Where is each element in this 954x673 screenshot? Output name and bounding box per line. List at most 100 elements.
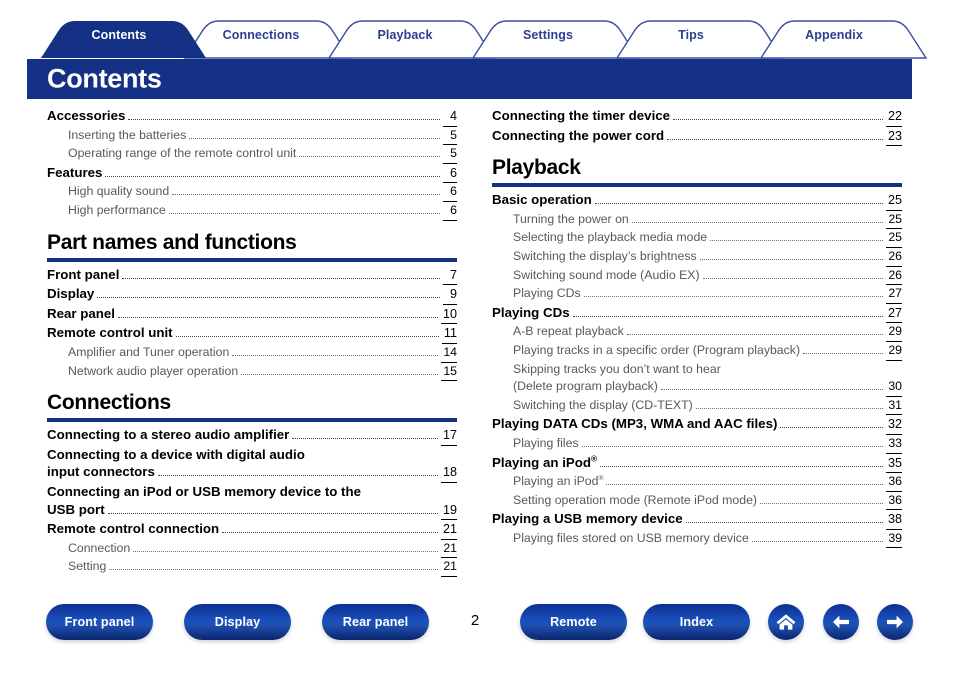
toc-entry-features[interactable]: Features 6 xyxy=(47,164,457,184)
toc-leader-dots xyxy=(780,427,883,429)
remote-button[interactable]: Remote xyxy=(520,604,627,640)
toc-page-number: 7 xyxy=(443,267,457,286)
toc-entry-setting[interactable]: Setting 21 xyxy=(47,558,457,577)
toc-entry-delete-program-playback[interactable]: (Delete program playback) 30 xyxy=(492,378,902,397)
toc-entry-connecting-to-a-device-with-digital-audio[interactable]: Connecting to a device with digital audi… xyxy=(47,446,457,464)
toc-entry-label: (Delete program playback) xyxy=(513,379,658,394)
toc-entry-connecting-the-timer-device[interactable]: Connecting the timer device 22 xyxy=(492,107,902,127)
toc-page-number: 25 xyxy=(886,229,902,248)
toc-entry-label: Display xyxy=(47,286,95,302)
toc-entry-label: A-B repeat playback xyxy=(513,324,624,339)
rear-panel-button[interactable]: Rear panel xyxy=(322,604,429,640)
toc-entry-label: Connecting to a stereo audio amplifier xyxy=(47,427,290,443)
toc-leader-dots xyxy=(133,550,439,552)
toc-leader-dots xyxy=(685,522,883,524)
toc-leader-dots xyxy=(189,137,440,139)
toc-page-number: 21 xyxy=(441,558,457,577)
toc-entry-skipping-tracks-you-don-t-want-to-hear[interactable]: Skipping tracks you don’t want to hear xyxy=(492,361,902,379)
toc-entry-switching-sound-mode-audio-ex[interactable]: Switching sound mode (Audio EX) 26 xyxy=(492,267,902,286)
toc-entry-playing-cds[interactable]: Playing CDs 27 xyxy=(492,304,902,324)
toc-leader-dots xyxy=(626,334,884,336)
toc-entry-accessories[interactable]: Accessories 4 xyxy=(47,107,457,127)
toc-entry-label: USB port xyxy=(47,501,105,517)
display-button[interactable]: Display xyxy=(184,604,291,640)
toc-leader-dots xyxy=(695,407,884,409)
toc-entry-a-b-repeat-playback[interactable]: A-B repeat playback 29 xyxy=(492,323,902,342)
toc-entry-amplifier-and-tuner-operation[interactable]: Amplifier and Tuner operation 14 xyxy=(47,344,457,363)
toc-page-number: 15 xyxy=(441,363,457,382)
section-rule xyxy=(47,418,457,423)
toc-entry-label: Accessories xyxy=(47,108,126,123)
toc-entry-network-audio-player-operation[interactable]: Network audio player operation 15 xyxy=(47,363,457,382)
toc-entry-switching-the-display-s-brightness[interactable]: Switching the display’s brightness 26 xyxy=(492,248,902,267)
toc-entry-connecting-the-power-cord[interactable]: Connecting the power cord 23 xyxy=(492,127,902,147)
toc-entry-setting-operation-mode-remote-ipod-mode[interactable]: Setting operation mode (Remote iPod mode… xyxy=(492,492,902,511)
toc-entry-playing-cds[interactable]: Playing CDs 27 xyxy=(492,285,902,304)
toc-leader-dots xyxy=(122,277,440,279)
toc-entry-playing-files-stored-on-usb-memory-device[interactable]: Playing files stored on USB memory devic… xyxy=(492,530,902,549)
toc-page-number: 14 xyxy=(441,344,457,363)
tab-playback[interactable]: Playback xyxy=(377,28,432,42)
toc-page-number: 39 xyxy=(886,530,902,549)
toc-entry-switching-the-display-cd-text[interactable]: Switching the display (CD-TEXT) 31 xyxy=(492,397,902,416)
toc-entry-playing-an-ipod[interactable]: Playing an iPod® 36 xyxy=(492,473,902,492)
tab-contents[interactable]: Contents xyxy=(92,28,147,42)
toc-page-number: 10 xyxy=(440,306,457,325)
tab-connections[interactable]: Connections xyxy=(223,28,300,42)
toc-entry-selecting-the-playback-media-mode[interactable]: Selecting the playback media mode 25 xyxy=(492,229,902,248)
toc-entry-remote-control-connection[interactable]: Remote control connection 21 xyxy=(47,520,457,540)
toc-leader-dots xyxy=(572,315,883,317)
page-number: 2 xyxy=(470,612,480,629)
toc-entry-playing-a-usb-memory-device[interactable]: Playing a USB memory device 38 xyxy=(492,510,902,530)
home-button[interactable] xyxy=(768,604,804,640)
toc-entry-label: Setting xyxy=(68,559,107,574)
toc-entry-usb-port[interactable]: USB port 19 xyxy=(47,501,457,521)
toc-leader-dots xyxy=(803,352,884,354)
toc-entry-operating-range-of-the-remote-control-unit[interactable]: Operating range of the remote control un… xyxy=(47,145,457,164)
toc-entry-turning-the-power-on[interactable]: Turning the power on 25 xyxy=(492,211,902,230)
tab-settings[interactable]: Settings xyxy=(523,28,573,42)
toc-entry-front-panel[interactable]: Front panel 7 xyxy=(47,266,457,286)
toc-entry-label: Remote control connection xyxy=(47,521,220,537)
toc-entry-playing-files[interactable]: Playing files 33 xyxy=(492,435,902,454)
front-panel-button[interactable]: Front panel xyxy=(46,604,153,640)
toc-entry-label: Switching sound mode (Audio EX) xyxy=(513,267,700,282)
toc-leader-dots xyxy=(583,296,884,298)
toc-entry-playing-tracks-in-a-specific-order-program-p[interactable]: Playing tracks in a specific order (Prog… xyxy=(492,342,902,361)
toc-page-number: 25 xyxy=(886,211,902,230)
toc-entry-basic-operation[interactable]: Basic operation 25 xyxy=(492,191,902,211)
toc-entry-playing-an-ipod[interactable]: Playing an iPod® 35 xyxy=(492,454,902,474)
tab-appendix[interactable]: Appendix xyxy=(805,28,863,42)
toc-entry-connecting-to-a-stereo-audio-amplifier[interactable]: Connecting to a stereo audio amplifier 17 xyxy=(47,426,457,446)
toc-entry-remote-control-unit[interactable]: Remote control unit 11 xyxy=(47,324,457,344)
toc-entry-high-performance[interactable]: High performance 6 xyxy=(47,202,457,221)
previous-page-button[interactable] xyxy=(823,604,859,640)
toc-entry-label: Connecting the power cord xyxy=(492,127,665,143)
section-heading-playback: Playback xyxy=(492,156,581,180)
toc-entry-connection[interactable]: Connection 21 xyxy=(47,540,457,559)
toc-entry-playing-data-cds-mp3-wma-and-aac-files[interactable]: Playing DATA CDs (MP3, WMA and AAC files… xyxy=(492,415,902,435)
toc-leader-dots xyxy=(631,221,884,223)
toc-entry-connecting-an-ipod-or-usb-memory-device-to-t[interactable]: Connecting an iPod or USB memory device … xyxy=(47,483,457,501)
toc-entry-display[interactable]: Display 9 xyxy=(47,285,457,305)
toc-entry-label: Operating range of the remote control un… xyxy=(68,146,297,161)
toc-entry-label: Connecting the timer device xyxy=(492,108,671,123)
toc-entry-label: input connectors xyxy=(47,464,155,480)
toc-page-number: 5 xyxy=(443,127,457,146)
toc-leader-dots xyxy=(702,277,884,279)
index-button[interactable]: Index xyxy=(643,604,750,640)
next-page-button[interactable] xyxy=(877,604,913,640)
toc-leader-dots xyxy=(660,389,884,391)
toc-entry-label: Connecting to a device with digital audi… xyxy=(47,446,305,462)
toc-entry-label: Playing tracks in a specific order (Prog… xyxy=(513,342,801,357)
toc-entry-label: Connecting an iPod or USB memory device … xyxy=(47,483,362,499)
toc-entry-rear-panel[interactable]: Rear panel 10 xyxy=(47,305,457,325)
footer-navigation: Front panel Display Rear panel 2 Remote … xyxy=(0,604,954,656)
toc-entry-high-quality-sound[interactable]: High quality sound 6 xyxy=(47,183,457,202)
toc-entry-inserting-the-batteries[interactable]: Inserting the batteries 5 xyxy=(47,127,457,146)
tab-tips[interactable]: Tips xyxy=(678,28,704,42)
toc-entry-label: Playing an iPod® xyxy=(492,454,598,470)
toc-leader-dots xyxy=(172,194,440,196)
toc-entry-input-connectors[interactable]: input connectors 18 xyxy=(47,463,457,483)
toc-leader-dots xyxy=(97,297,440,299)
